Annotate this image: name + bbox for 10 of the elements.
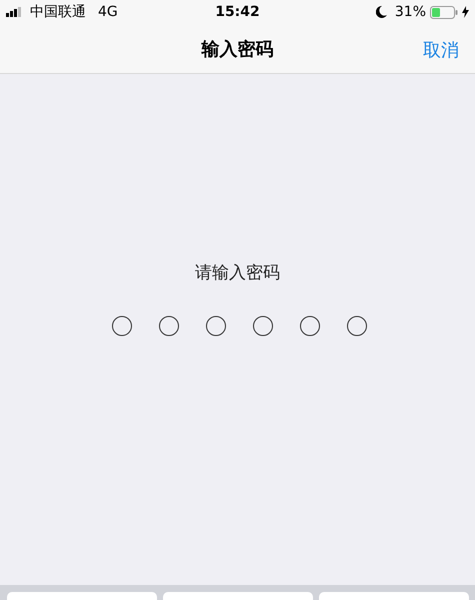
moon-icon xyxy=(376,6,387,18)
battery-percent: 31% xyxy=(394,4,426,20)
carrier-name: 中国联通 xyxy=(30,3,86,21)
network-type: 4G xyxy=(98,4,118,20)
battery-icon xyxy=(430,6,458,18)
passcode-prompt: 请输入密码 xyxy=(195,262,280,284)
signal-icon xyxy=(6,7,24,17)
cancel-button[interactable]: 取消 xyxy=(419,36,463,64)
clock-time: 15:42 xyxy=(215,4,260,20)
page-title: 输入密码 xyxy=(202,38,274,60)
